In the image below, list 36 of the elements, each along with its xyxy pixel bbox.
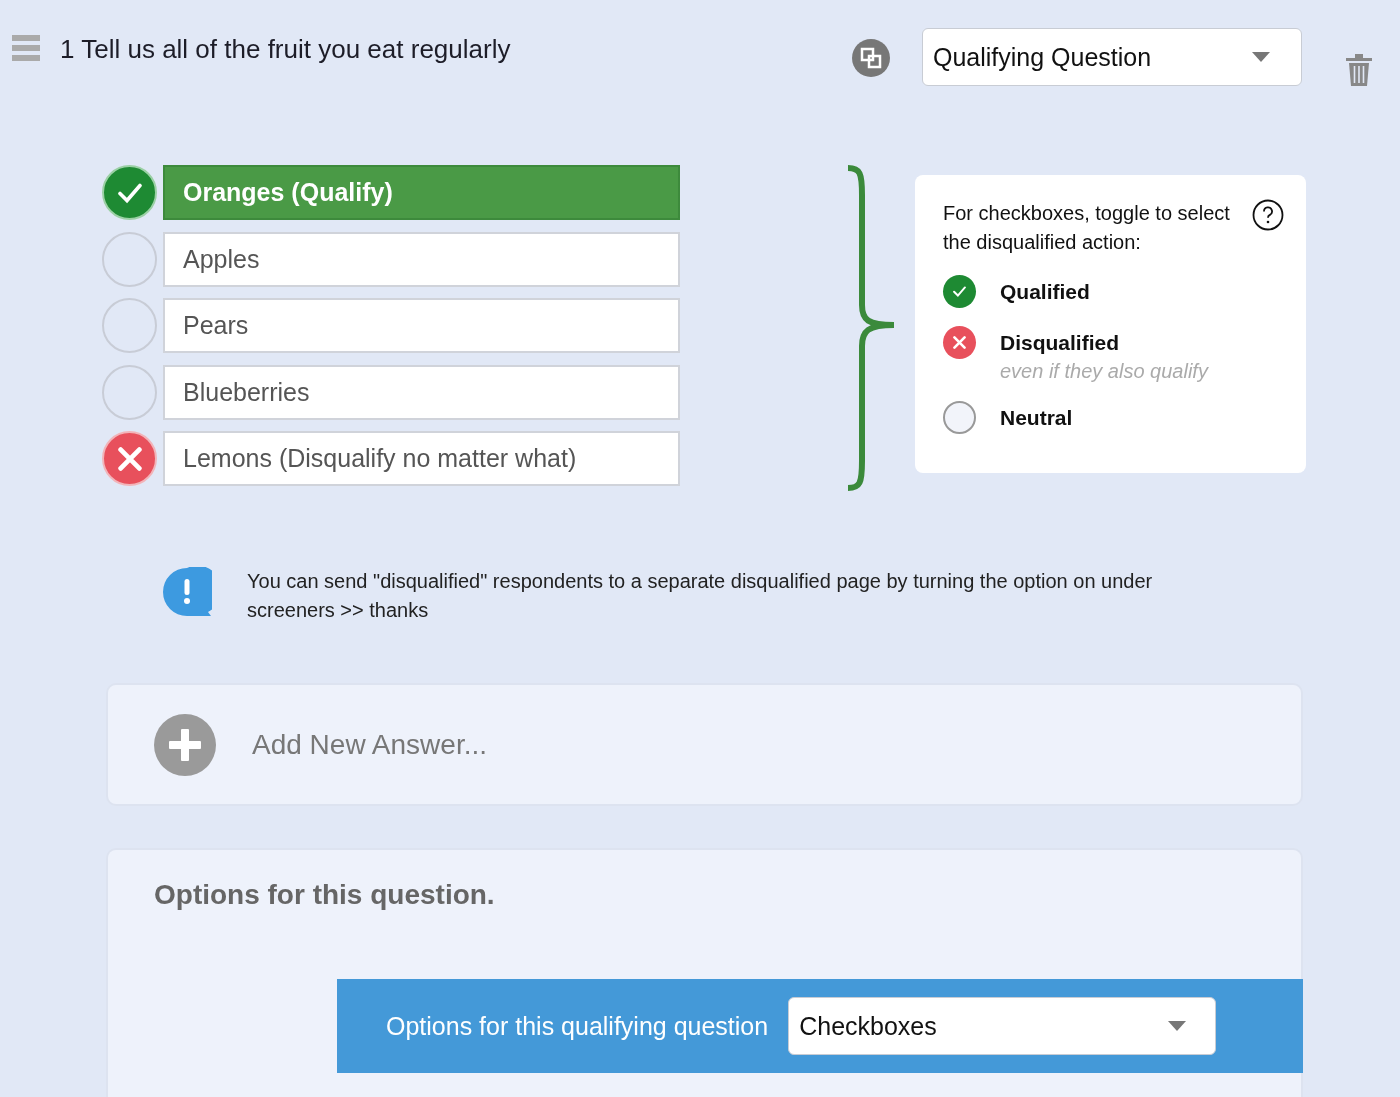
- answer-field[interactable]: Lemons (Disqualify no matter what): [163, 431, 680, 486]
- status-icon[interactable]: [943, 401, 976, 434]
- answer-field[interactable]: Pears: [163, 298, 680, 353]
- answer-field[interactable]: Apples: [163, 231, 680, 287]
- check-icon: [953, 285, 966, 298]
- drag-handle-icon[interactable]: [12, 35, 40, 61]
- plus-icon[interactable]: [154, 713, 216, 776]
- answer-field[interactable]: Oranges (Qualify): [163, 165, 680, 220]
- question-type-select[interactable]: Qualifying Question: [922, 28, 1302, 86]
- answer-type-select[interactable]: Checkboxes: [788, 997, 1217, 1055]
- caret-icon: [1167, 1020, 1188, 1032]
- cross-icon: [117, 446, 142, 471]
- status-toggle[interactable]: [102, 231, 157, 287]
- add-answer-field[interactable]: Add New Answer...: [252, 728, 1301, 761]
- legend-note: even if they also qualify: [1000, 359, 1208, 383]
- options-label: Options for this qualifying question: [386, 1011, 769, 1041]
- duplicate-icon[interactable]: [852, 39, 890, 77]
- legend-label: Qualified: [1000, 279, 1090, 305]
- trash-icon[interactable]: [1346, 54, 1372, 86]
- caret-icon: [1251, 51, 1271, 63]
- status-toggle[interactable]: [102, 298, 157, 353]
- legend-label: Neutral: [1000, 405, 1073, 431]
- status-icon[interactable]: [943, 326, 976, 359]
- info-icon: [162, 567, 212, 617]
- help-icon[interactable]: [1252, 199, 1284, 231]
- status-toggle[interactable]: [102, 431, 157, 486]
- answer-field[interactable]: Blueberries: [163, 364, 680, 420]
- options-heading: Options for this question.: [154, 878, 496, 912]
- status-toggle[interactable]: [102, 364, 157, 420]
- legend-text: For checkboxes, toggle to select the disqualified action:: [943, 201, 1231, 255]
- cross-icon: [953, 336, 966, 349]
- question-title: 1 Tell us all of the fruit you eat regularly: [60, 33, 511, 65]
- legend-label: Disqualified: [1000, 330, 1121, 356]
- info-message: You can send "disqualified" respondents to a separate disqualified page by turning the option on under screeners >> thanks: [247, 569, 1154, 623]
- status-toggle[interactable]: [102, 165, 157, 220]
- status-icon[interactable]: [943, 275, 976, 308]
